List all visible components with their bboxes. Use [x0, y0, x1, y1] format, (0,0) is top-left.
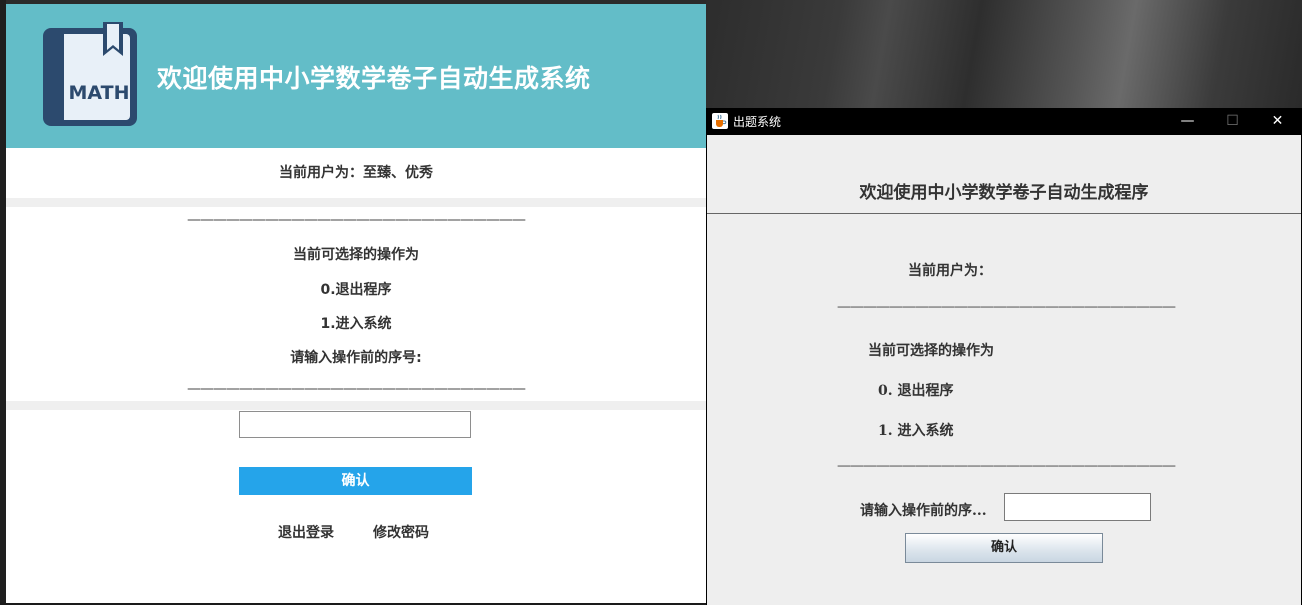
web-option-enter: 1.进入系统 [320, 316, 392, 332]
swing-option-exit: 0. 退出程序 [878, 383, 954, 399]
java-coffee-icon [712, 113, 728, 129]
web-sequence-input[interactable] [239, 411, 471, 438]
web-header-title: 欢迎使用中小学数学卷子自动生成系统 [157, 64, 591, 93]
change-password-link[interactable]: 修改密码 [373, 522, 429, 542]
web-prompt: 请输入操作前的序号: [290, 350, 422, 366]
minimize-button[interactable]: — [1165, 108, 1210, 135]
web-menu-heading: 当前可选择的操作为 [293, 247, 419, 263]
swing-window: 出题系统 — ☐ ✕ 欢迎使用中小学数学卷子自动生成程序 当前用户为： ————… [706, 108, 1302, 605]
swing-menu-heading: 当前可选择的操作为 [868, 343, 994, 359]
close-button[interactable]: ✕ [1255, 108, 1300, 135]
swing-dash-line-top: —————————————————————————— [837, 299, 1176, 315]
web-option-exit: 0.退出程序 [320, 282, 392, 298]
web-app-window: MATH 欢迎使用中小学数学卷子自动生成系统 当前用户为：至臻、优秀 —————… [6, 4, 706, 603]
math-book-icon: MATH [43, 22, 137, 126]
web-menu-panel: —————————————————————————— 当前可选择的操作为 0.退… [6, 207, 706, 401]
web-current-user: 当前用户为：至臻、优秀 [279, 165, 433, 181]
web-confirm-button[interactable]: 确认 [239, 467, 472, 495]
swing-content-pane: 欢迎使用中小学数学卷子自动生成程序 当前用户为： ———————————————… [707, 135, 1301, 605]
swing-sequence-input[interactable] [1004, 493, 1151, 521]
swing-dash-line-bottom: —————————————————————————— [837, 458, 1176, 474]
logo-text: MATH [69, 82, 130, 104]
web-divider-strip [6, 198, 706, 207]
swing-heading: 欢迎使用中小学数学卷子自动生成程序 [859, 183, 1149, 203]
swing-titlebar[interactable]: 出题系统 — ☐ ✕ [707, 108, 1301, 135]
desktop-background-right [706, 0, 1302, 108]
swing-option-enter: 1. 进入系统 [878, 423, 954, 439]
web-dash-line-top: —————————————————————————— [187, 212, 526, 228]
swing-separator [707, 213, 1301, 214]
web-header: MATH 欢迎使用中小学数学卷子自动生成系统 [6, 4, 706, 148]
web-dash-line-bottom: —————————————————————————— [187, 381, 526, 397]
swing-prompt: 请输入操作前的序... [860, 503, 987, 519]
maximize-button[interactable]: ☐ [1210, 108, 1255, 135]
logout-link[interactable]: 退出登录 [278, 522, 334, 542]
swing-current-user: 当前用户为： [908, 263, 992, 279]
web-divider-strip-2 [6, 401, 706, 410]
swing-window-title: 出题系统 [733, 115, 782, 129]
swing-confirm-button[interactable]: 确认 [905, 533, 1103, 563]
